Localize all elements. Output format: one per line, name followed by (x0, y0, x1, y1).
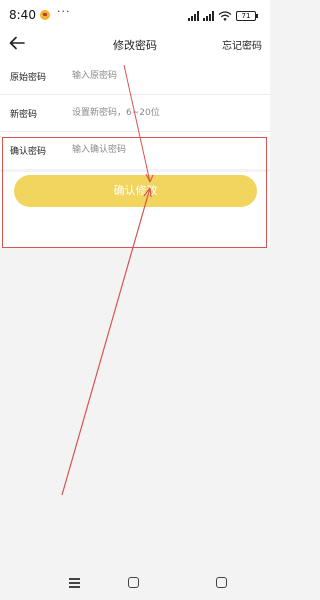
status-more-icon: ··· (57, 5, 71, 18)
form-row-confirm-password: 确认密码 (0, 132, 270, 169)
new-password-label: 新密码 (10, 110, 38, 120)
password-form: 原始密码 新密码 确认密码 (0, 58, 270, 169)
confirm-password-label: 确认密码 (10, 147, 47, 157)
header: 修改密码 忘记密码 (0, 30, 270, 58)
new-password-input[interactable] (72, 102, 257, 124)
old-password-input[interactable] (72, 65, 257, 87)
menu-icon[interactable] (69, 578, 80, 588)
back-square-icon[interactable] (216, 577, 227, 588)
wifi-icon (218, 11, 232, 21)
status-bar: 8:40 ··· 71 (0, 0, 270, 30)
form-row-new-password: 新密码 (0, 95, 270, 132)
signal-icon-2 (203, 11, 214, 21)
form-row-old-password: 原始密码 (0, 58, 270, 95)
old-password-label: 原始密码 (10, 73, 47, 83)
battery-icon: 71 (236, 11, 258, 21)
home-square-icon[interactable] (128, 577, 139, 588)
status-time: 8:40 (9, 8, 36, 22)
confirm-change-button[interactable]: 确认修改 (14, 175, 257, 207)
status-indicators: 71 (188, 9, 258, 21)
app-notification-icon (40, 10, 50, 20)
signal-icon (188, 11, 199, 21)
confirm-password-input[interactable] (72, 139, 257, 161)
forgot-password-link[interactable]: 忘记密码 (222, 37, 262, 52)
system-nav-bar (0, 566, 270, 600)
